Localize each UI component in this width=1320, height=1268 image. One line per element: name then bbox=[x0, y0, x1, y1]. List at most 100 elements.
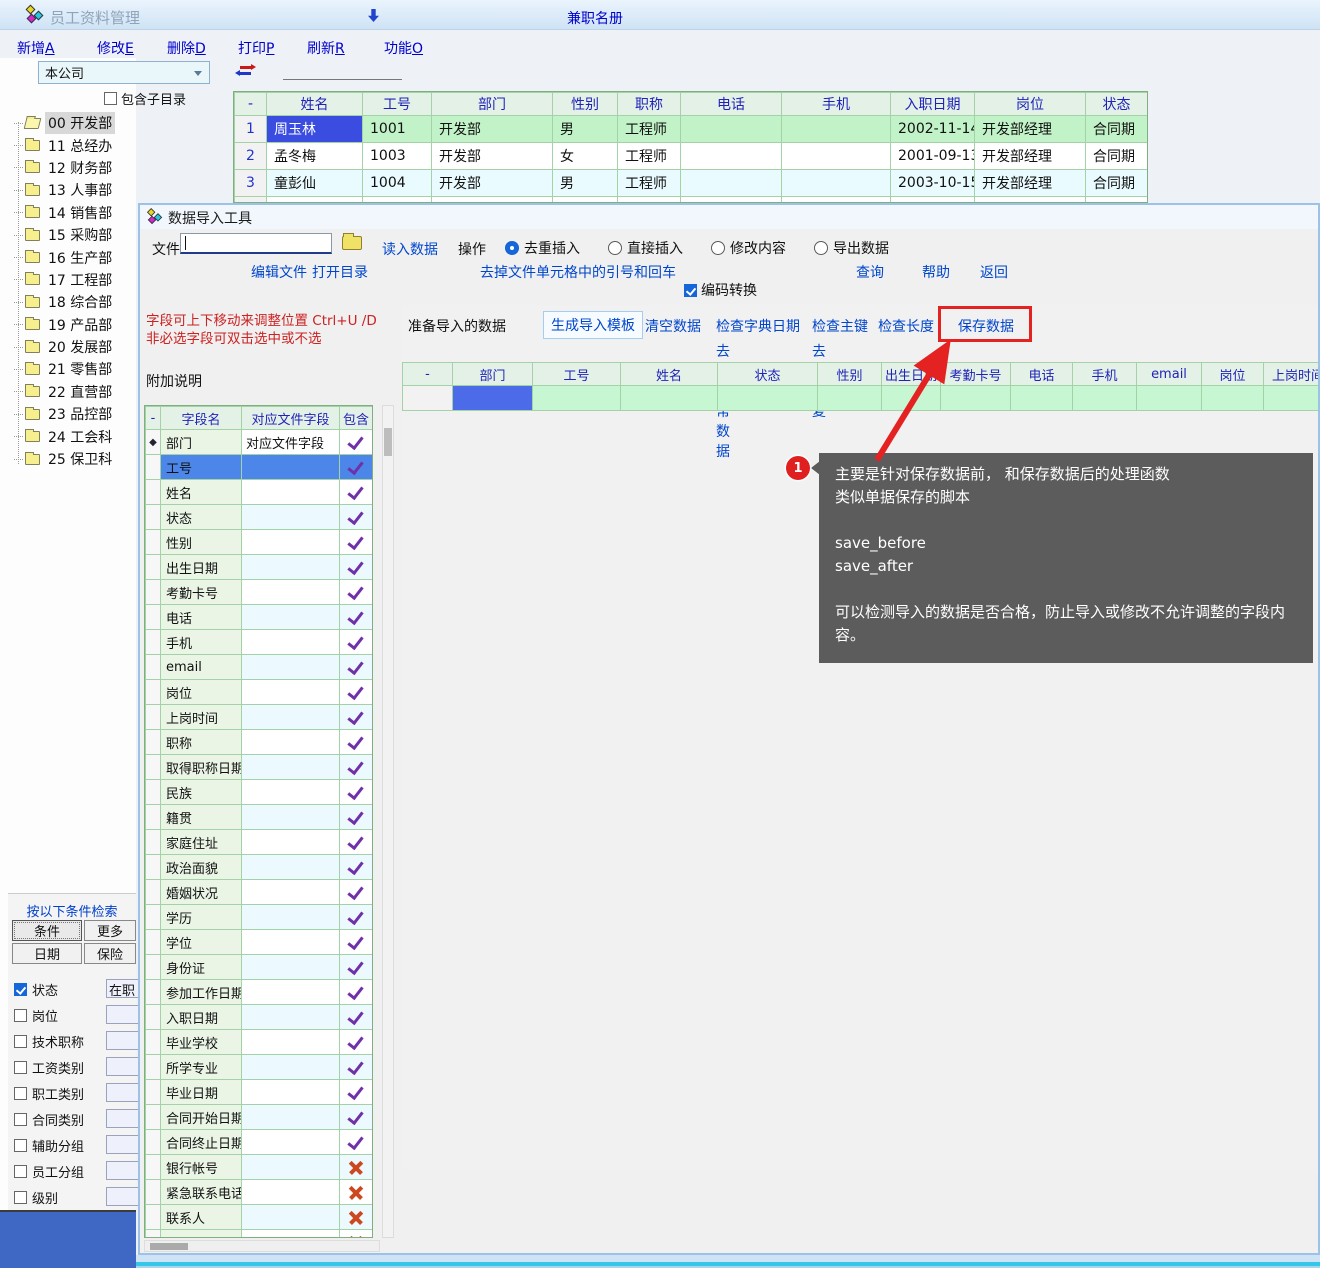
tree-item[interactable]: 25 保卫科 bbox=[10, 448, 136, 470]
field-include-mark[interactable] bbox=[340, 1205, 373, 1230]
field-file-cell[interactable] bbox=[242, 830, 340, 855]
employee-column-header[interactable]: 手机 bbox=[782, 93, 891, 116]
tree-item[interactable]: 22 直营部 bbox=[10, 381, 136, 403]
field-include-mark[interactable] bbox=[340, 1080, 373, 1105]
field-file-cell[interactable] bbox=[242, 1230, 340, 1239]
field-file-cell[interactable] bbox=[242, 455, 340, 480]
filter-tab-button[interactable]: 条件 bbox=[12, 920, 82, 941]
field-file-cell[interactable] bbox=[242, 680, 340, 705]
condition-checkbox[interactable] bbox=[14, 1087, 27, 1100]
field-name-cell[interactable]: 电话 bbox=[161, 605, 242, 630]
employee-column-header[interactable]: 部门 bbox=[432, 93, 553, 116]
field-row[interactable]: 姓名 bbox=[146, 480, 373, 505]
field-file-cell[interactable] bbox=[242, 1005, 340, 1030]
field-file-cell[interactable] bbox=[242, 930, 340, 955]
file-path-input[interactable] bbox=[180, 233, 332, 254]
field-file-cell[interactable]: 对应文件字段 bbox=[242, 430, 340, 455]
condition-checkbox[interactable] bbox=[14, 1165, 27, 1178]
field-row[interactable]: 联系人 bbox=[146, 1205, 373, 1230]
help-button[interactable]: 帮助 bbox=[922, 262, 950, 282]
field-include-mark[interactable] bbox=[340, 755, 373, 780]
field-file-cell[interactable] bbox=[242, 905, 340, 930]
field-file-cell[interactable] bbox=[242, 755, 340, 780]
field-name-cell[interactable]: 学位 bbox=[161, 930, 242, 955]
employee-column-header[interactable]: 状态 bbox=[1086, 93, 1148, 116]
field-row[interactable]: 民族 bbox=[146, 780, 373, 805]
preview-action-button[interactable]: 生成导入模板 bbox=[543, 311, 643, 339]
swap-icon[interactable] bbox=[240, 66, 256, 77]
field-row[interactable]: 上岗时间 bbox=[146, 705, 373, 730]
condition-value-input[interactable] bbox=[106, 1083, 139, 1102]
field-file-cell[interactable] bbox=[242, 555, 340, 580]
include-subdir-checkbox[interactable]: 包含子目录 bbox=[104, 89, 186, 108]
field-include-mark[interactable] bbox=[340, 655, 373, 680]
condition-value-input[interactable] bbox=[106, 1005, 139, 1024]
condition-value-input[interactable] bbox=[106, 1057, 139, 1076]
field-row[interactable]: 工号 bbox=[146, 455, 373, 480]
tree-item[interactable]: 16 生产部 bbox=[10, 246, 136, 268]
filter-tab-button[interactable]: 日期 bbox=[12, 943, 82, 964]
grid-column-header[interactable]: - bbox=[403, 363, 453, 386]
field-include-mark[interactable] bbox=[340, 430, 373, 455]
field-include-mark[interactable] bbox=[340, 855, 373, 880]
field-file-cell[interactable] bbox=[242, 730, 340, 755]
field-row[interactable]: qq帐号 bbox=[146, 1230, 373, 1239]
employee-column-header[interactable]: 工号 bbox=[363, 93, 432, 116]
tree-item[interactable]: 15 采购部 bbox=[10, 224, 136, 246]
employee-row[interactable]: 1 周玉林 1001 开发部 男 工程师 2002-11-14 开发部经理 合同… bbox=[235, 116, 1148, 143]
field-name-cell[interactable]: 联系人 bbox=[161, 1205, 242, 1230]
condition-checkbox[interactable] bbox=[14, 1139, 27, 1152]
field-row[interactable]: email bbox=[146, 655, 373, 680]
tree-item[interactable]: 24 工会科 bbox=[10, 425, 136, 447]
field-row[interactable]: 所学专业 bbox=[146, 1055, 373, 1080]
back-button[interactable]: 返回 bbox=[980, 262, 1008, 282]
condition-value-input[interactable] bbox=[106, 1161, 139, 1180]
field-row[interactable]: ◆ 部门 对应文件字段 bbox=[146, 430, 373, 455]
toolbar-menu-item[interactable]: 删除D bbox=[167, 38, 206, 58]
field-name-cell[interactable]: 状态 bbox=[161, 505, 242, 530]
field-name-cell[interactable]: 手机 bbox=[161, 630, 242, 655]
field-row[interactable]: 籍贯 bbox=[146, 805, 373, 830]
field-include-mark[interactable] bbox=[340, 880, 373, 905]
operation-radio[interactable]: 修改内容 bbox=[711, 238, 786, 258]
field-name-cell[interactable]: 出生日期 bbox=[161, 555, 242, 580]
field-include-mark[interactable] bbox=[340, 930, 373, 955]
operation-radio[interactable]: 直接插入 bbox=[608, 238, 683, 258]
tree-item[interactable]: 18 综合部 bbox=[10, 291, 136, 313]
field-row[interactable]: 岗位 bbox=[146, 680, 373, 705]
tree-item[interactable]: 13 人事部 bbox=[10, 179, 136, 201]
field-file-cell[interactable] bbox=[242, 880, 340, 905]
field-name-cell[interactable]: 岗位 bbox=[161, 680, 242, 705]
field-row[interactable]: 毕业日期 bbox=[146, 1080, 373, 1105]
field-name-cell[interactable]: 入职日期 bbox=[161, 1005, 242, 1030]
field-name-cell[interactable]: 籍贯 bbox=[161, 805, 242, 830]
condition-checkbox[interactable] bbox=[14, 1009, 27, 1022]
encoding-checkbox[interactable]: 编码转换 bbox=[684, 280, 757, 300]
read-data-button[interactable]: 读入数据 bbox=[382, 239, 438, 259]
open-directory-button[interactable]: 打开目录 bbox=[312, 262, 368, 282]
grid-column-header[interactable]: 电话 bbox=[1011, 363, 1073, 386]
employee-column-header[interactable]: 电话 bbox=[681, 93, 782, 116]
field-name-cell[interactable]: 姓名 bbox=[161, 480, 242, 505]
field-file-cell[interactable] bbox=[242, 480, 340, 505]
grid-selected-cell[interactable] bbox=[453, 386, 533, 411]
field-include-mark[interactable] bbox=[340, 530, 373, 555]
filter-tab-button[interactable]: 更多 bbox=[84, 920, 136, 941]
grid-column-header[interactable]: 状态 bbox=[718, 363, 818, 386]
field-name-cell[interactable]: 家庭住址 bbox=[161, 830, 242, 855]
grid-column-header[interactable]: 工号 bbox=[533, 363, 621, 386]
field-row[interactable]: 性别 bbox=[146, 530, 373, 555]
field-name-cell[interactable]: 紧急联系电话 bbox=[161, 1180, 242, 1205]
field-row[interactable]: 银行帐号 bbox=[146, 1155, 373, 1180]
field-row[interactable]: 手机 bbox=[146, 630, 373, 655]
operation-radio[interactable]: 去重插入 bbox=[505, 238, 580, 258]
tree-item[interactable]: 12 财务部 bbox=[10, 157, 136, 179]
field-include-mark[interactable] bbox=[340, 1130, 373, 1155]
employee-column-header[interactable]: 入职日期 bbox=[891, 93, 975, 116]
field-row[interactable]: 入职日期 bbox=[146, 1005, 373, 1030]
field-file-cell[interactable] bbox=[242, 1155, 340, 1180]
field-name-cell[interactable]: email bbox=[161, 655, 242, 680]
field-row[interactable]: 取得职称日期 bbox=[146, 755, 373, 780]
field-include-mark[interactable] bbox=[340, 680, 373, 705]
field-file-cell[interactable] bbox=[242, 505, 340, 530]
